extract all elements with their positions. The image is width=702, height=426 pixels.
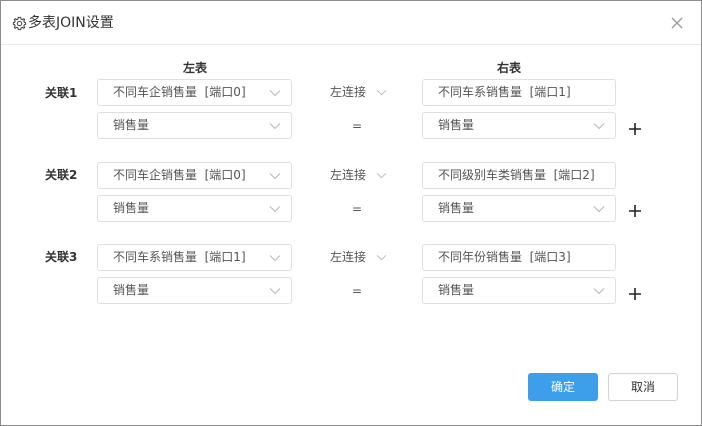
relation-1-join-type-select[interactable]: 左连接 — [328, 79, 390, 106]
chevron-down-icon — [269, 123, 281, 130]
relation-3-right-field-select[interactable]: 销售量 — [422, 277, 616, 304]
gear-icon — [12, 16, 27, 31]
relation-2-add-plus-icon[interactable] — [628, 204, 642, 218]
select-value: 不同车企销售量 [端口0] — [113, 85, 246, 99]
select-value: 不同年份销售量 [端口3] — [438, 250, 571, 264]
relation-2-operator: = — [351, 202, 363, 216]
relation-2-left-field-select[interactable]: 销售量 — [97, 195, 292, 222]
relation-3-join-type-select[interactable]: 左连接 — [328, 244, 390, 271]
chevron-down-icon — [269, 173, 281, 180]
join-type-value: 左连接 — [330, 168, 367, 182]
relation-2-join-type-select[interactable]: 左连接 — [328, 162, 390, 189]
select-value: 不同级别车类销售量 [端口2] — [438, 168, 595, 182]
select-value: 不同车企销售量 [端口0] — [113, 168, 246, 182]
relation-1-left-field-select[interactable]: 销售量 — [97, 112, 292, 139]
confirm-button[interactable]: 确定 — [528, 373, 598, 401]
join-settings-dialog: 多表JOIN设置 左表 右表 关联1 不同车企销售量 [端口0] 左连接 不同车… — [0, 0, 702, 426]
dialog-title: 多表JOIN设置 — [28, 15, 114, 31]
relation-1-operator: = — [351, 119, 363, 133]
chevron-down-icon — [593, 206, 605, 213]
relation-1-right-table-select[interactable]: 不同车系销售量 [端口1] — [422, 79, 616, 106]
relation-3-operator: = — [351, 284, 363, 298]
relation-2-right-table-select[interactable]: 不同级别车类销售量 [端口2] — [422, 162, 616, 189]
relation-3-right-table-select[interactable]: 不同年份销售量 [端口3] — [422, 244, 616, 271]
select-value: 销售量 — [113, 201, 150, 215]
select-value: 销售量 — [438, 283, 475, 297]
chevron-down-icon — [269, 90, 281, 97]
relation-2-left-table-select[interactable]: 不同车企销售量 [端口0] — [97, 162, 292, 189]
select-value: 销售量 — [113, 118, 150, 132]
relation-1-label: 关联1 — [45, 86, 78, 100]
right-table-header: 右表 — [496, 61, 521, 75]
chevron-down-icon — [593, 123, 605, 130]
select-value: 不同车系销售量 [端口1] — [438, 85, 571, 99]
select-value: 销售量 — [438, 201, 475, 215]
cancel-button[interactable]: 取消 — [608, 373, 678, 401]
join-type-value: 左连接 — [330, 250, 367, 264]
chevron-down-icon — [269, 288, 281, 295]
chevron-down-icon — [269, 255, 281, 262]
relation-1-left-table-select[interactable]: 不同车企销售量 [端口0] — [97, 79, 292, 106]
relation-1-right-field-select[interactable]: 销售量 — [422, 112, 616, 139]
select-value: 不同车系销售量 [端口1] — [113, 250, 246, 264]
join-type-value: 左连接 — [330, 85, 367, 99]
close-icon[interactable] — [669, 15, 685, 31]
dialog-header: 多表JOIN设置 — [1, 1, 701, 45]
chevron-down-icon — [376, 89, 387, 96]
chevron-down-icon — [269, 206, 281, 213]
select-value: 销售量 — [438, 118, 475, 132]
chevron-down-icon — [593, 288, 605, 295]
chevron-down-icon — [376, 254, 387, 261]
relation-3-left-table-select[interactable]: 不同车系销售量 [端口1] — [97, 244, 292, 271]
relation-2-right-field-select[interactable]: 销售量 — [422, 195, 616, 222]
relation-1-add-plus-icon[interactable] — [628, 122, 642, 136]
left-table-header: 左表 — [182, 61, 207, 75]
relation-3-left-field-select[interactable]: 销售量 — [97, 277, 292, 304]
relation-2-label: 关联2 — [45, 168, 78, 182]
select-value: 销售量 — [113, 283, 150, 297]
relation-3-label: 关联3 — [45, 250, 78, 264]
relation-3-add-plus-icon[interactable] — [628, 287, 642, 301]
chevron-down-icon — [376, 172, 387, 179]
